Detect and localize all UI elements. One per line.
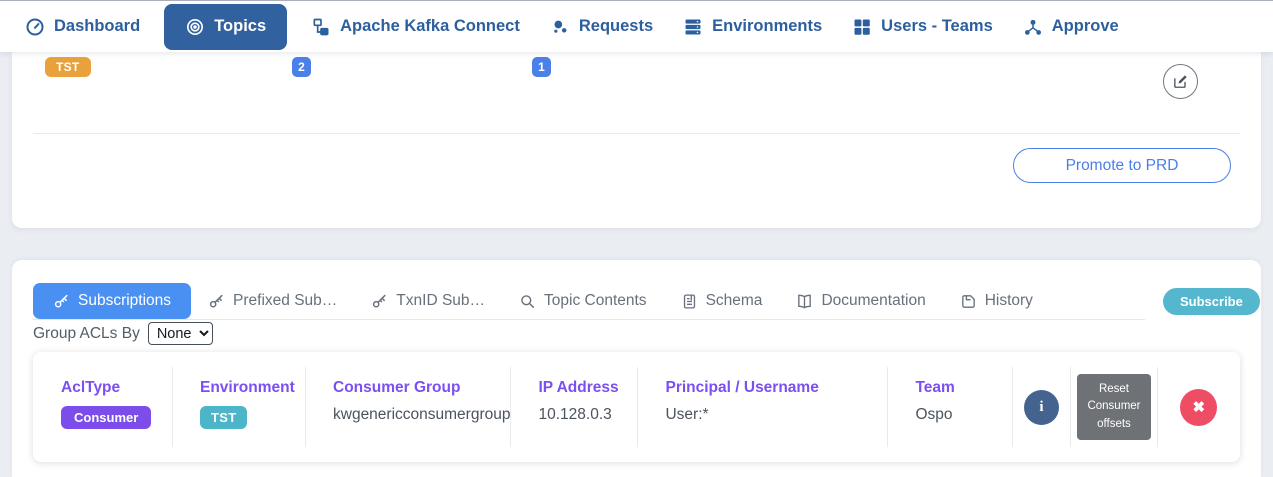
column-header-ip-address: IP Address [538,379,637,397]
column-header-environment: Environment [200,379,305,397]
acl-type-badge: Consumer [61,406,151,429]
nav-item-label: Environments [712,17,822,36]
nav-item-label: Apache Kafka Connect [340,17,520,36]
cell-consumer-group: Consumer Group kwgenericconsumergroup [305,352,510,462]
tab-label: Schema [706,292,763,310]
subscriptions-tabstrip: Subscriptions Prefixed Sub… TxnID Sub… T… [33,283,1145,320]
key-icon [208,293,225,310]
nav-item-label: Dashboard [54,17,140,36]
tab-subscriptions[interactable]: Subscriptions [33,283,191,319]
tab-label: Topic Contents [544,292,647,310]
promote-to-prd-button[interactable]: Promote to PRD [1013,148,1231,183]
environment-badge: TST [200,406,247,429]
dots-icon [550,17,570,37]
search-icon [519,293,536,310]
column-header-principal: Principal / Username [665,379,887,397]
replication-count-badge: 1 [532,57,551,77]
nav-item-label: Users - Teams [881,17,993,36]
group-acls-control: Group ACLs By None [33,322,213,345]
file-icon [681,293,698,310]
partitions-count-badge: 2 [292,57,311,77]
reset-consumer-offsets-button[interactable]: Reset Consumer offsets [1077,374,1151,440]
nav-item-approve[interactable]: Approve [1008,1,1134,53]
tab-documentation[interactable]: Documentation [779,283,942,319]
subscriptions-card: Subscriptions Prefixed Sub… TxnID Sub… T… [12,260,1261,477]
info-icon: i [1039,399,1043,416]
nav-item-dashboard[interactable]: Dashboard [10,1,155,53]
cell-reset-action: Reset Consumer offsets [1070,352,1157,462]
tab-label: History [985,292,1033,310]
acl-info-button[interactable]: i [1024,390,1059,425]
sitemap-icon [311,17,331,37]
cell-ip-address: IP Address 10.128.0.3 [510,352,637,462]
column-header-consumer-group: Consumer Group [333,379,510,397]
cell-delete-action: ✖ [1157,352,1240,462]
gauge-icon [25,17,45,37]
environment-badge: TST [45,57,91,77]
tab-label: Prefixed Sub… [233,292,337,310]
history-icon [960,293,977,310]
nav-item-requests[interactable]: Requests [535,1,668,53]
cell-acl-type: AclType Consumer [33,352,172,462]
acl-table-row: AclType Consumer Environment TST Consume… [33,352,1240,462]
nav-item-kafka-connect[interactable]: Apache Kafka Connect [296,1,535,53]
grid-icon [852,17,872,37]
tab-label: TxnID Sub… [396,292,485,310]
tab-txnid-subs[interactable]: TxnID Sub… [354,283,502,319]
key-icon [53,293,70,310]
tab-label: Subscriptions [78,292,171,310]
server-icon [683,17,703,37]
cell-team: Team Ospo [887,352,1012,462]
nav-item-users-teams[interactable]: Users - Teams [837,1,1008,53]
group-acls-label: Group ACLs By [33,325,140,343]
column-header-acltype: AclType [61,379,172,397]
topic-summary-card: TST 2 1 Promote to PRD [12,52,1261,228]
book-icon [796,293,813,310]
tab-topic-contents[interactable]: Topic Contents [502,283,664,319]
target-icon [185,17,205,37]
consumer-group-value: kwgenericconsumergroup [333,406,510,424]
principal-value: User:* [665,406,887,424]
cell-principal: Principal / Username User:* [637,352,887,462]
column-header-team: Team [915,379,1012,397]
ip-address-value: 10.128.0.3 [538,406,637,424]
nav-item-label: Requests [579,17,653,36]
tab-prefixed-subs[interactable]: Prefixed Sub… [191,283,354,319]
subscribe-button[interactable]: Subscribe [1163,288,1260,315]
nav-item-label: Topics [214,17,266,36]
nav-item-label: Approve [1052,17,1119,36]
card-divider [33,133,1240,134]
edit-topic-button[interactable] [1163,64,1198,99]
share-nodes-icon [1023,17,1043,37]
cell-environment: Environment TST [172,352,305,462]
cell-info-action: i [1012,352,1070,462]
edit-icon [1172,73,1189,90]
delete-acl-button[interactable]: ✖ [1180,389,1217,426]
top-navigation: Dashboard Topics Apache Kafka Connect Re… [0,0,1273,52]
tab-schema[interactable]: Schema [664,283,780,319]
group-acls-select[interactable]: None [148,322,213,345]
key-icon [371,293,388,310]
tab-label: Documentation [821,292,925,310]
nav-item-environments[interactable]: Environments [668,1,837,53]
tab-history[interactable]: History [943,283,1050,319]
close-icon: ✖ [1192,398,1205,416]
team-value: Ospo [915,406,1012,424]
nav-item-topics[interactable]: Topics [164,4,287,50]
